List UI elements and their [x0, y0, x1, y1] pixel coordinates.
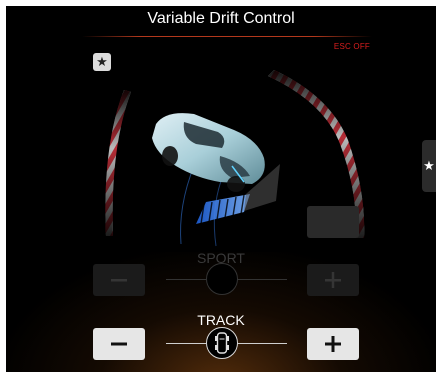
plus-icon	[325, 336, 341, 352]
star-icon: ★	[423, 158, 435, 173]
plus-icon	[325, 272, 341, 288]
side-panel-tab[interactable]: ★	[422, 140, 436, 192]
minus-icon	[111, 279, 127, 282]
drift-control-screen: Variable Drift Control ESC OFF ★ ★ SPORT…	[6, 6, 436, 372]
left-track-curb	[105, 90, 131, 236]
track-decrease-button[interactable]	[93, 328, 145, 360]
minus-icon	[111, 342, 127, 346]
tire-trail	[180, 165, 195, 245]
sport-decrease-button[interactable]	[93, 264, 145, 296]
mode-label-track: TRACK	[197, 312, 245, 328]
car-top-icon	[215, 332, 229, 354]
sport-increase-button[interactable]	[307, 264, 359, 296]
track-slider-knob[interactable]	[206, 327, 238, 359]
sport-slider-knob[interactable]	[206, 263, 238, 295]
disabled-button	[307, 206, 359, 238]
track-increase-button[interactable]	[307, 328, 359, 360]
car-illustration	[152, 113, 265, 192]
